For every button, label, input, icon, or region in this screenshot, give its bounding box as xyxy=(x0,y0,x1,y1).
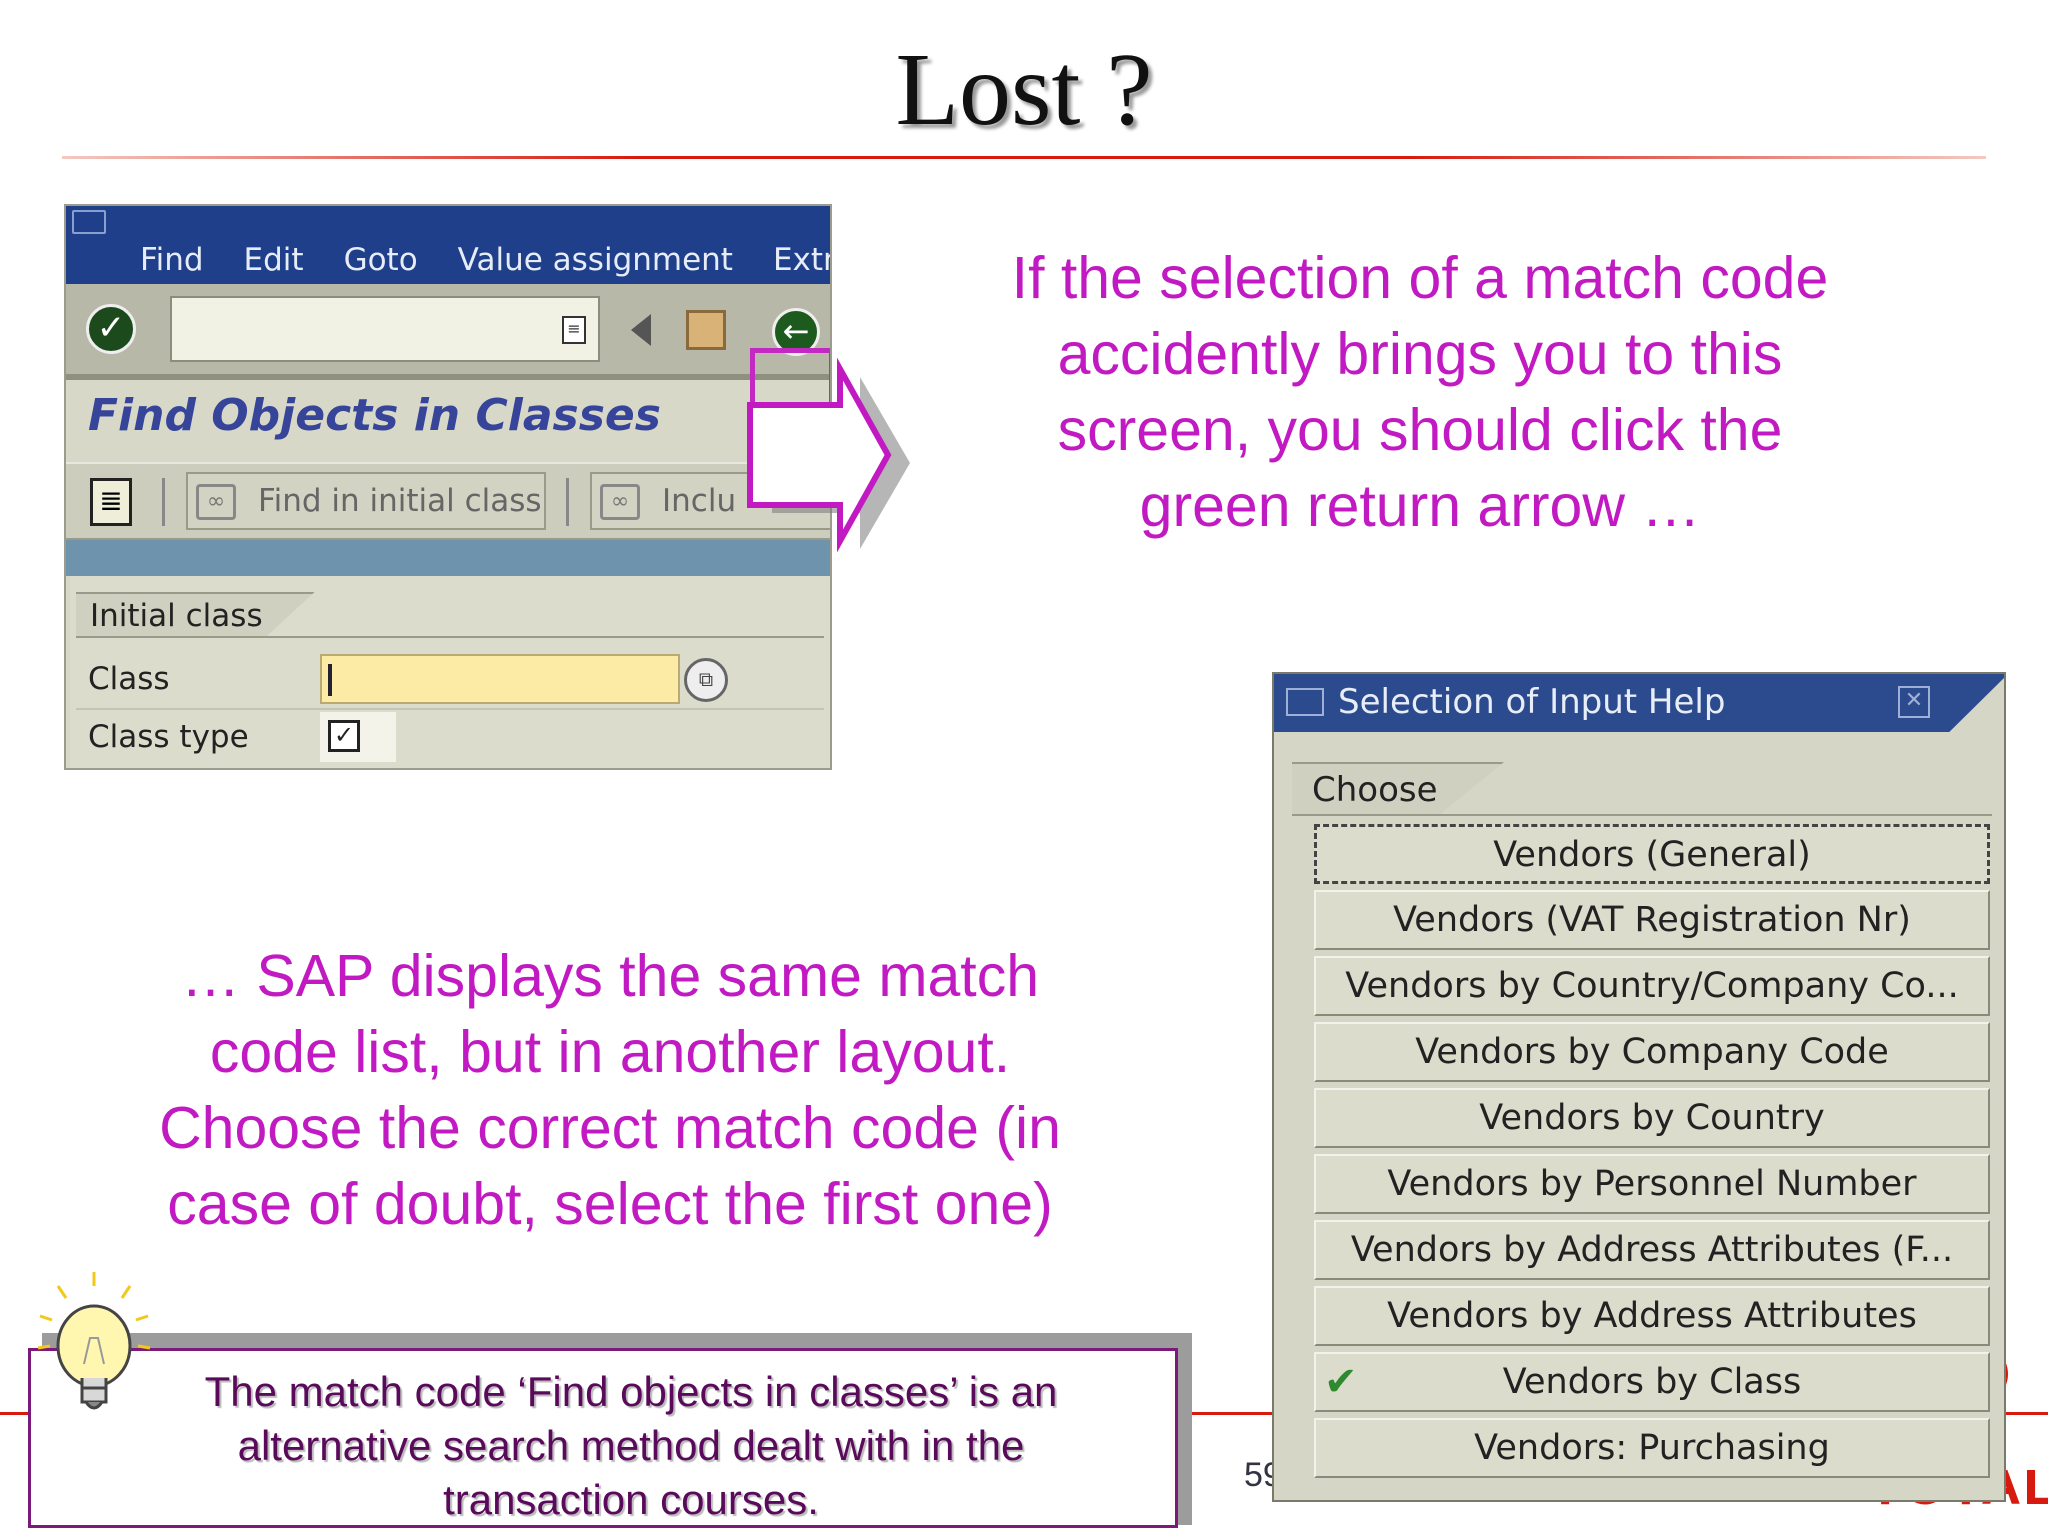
save-icon[interactable] xyxy=(686,310,726,350)
option-label: Vendors (VAT Registration Nr) xyxy=(1393,900,1911,940)
menu-find[interactable]: Find xyxy=(120,240,224,280)
option-list: Vendors (General) Vendors (VAT Registrati… xyxy=(1314,824,1990,1484)
text-cursor xyxy=(328,664,332,696)
pointer-arrow-icon xyxy=(747,357,910,553)
toolbar-separator xyxy=(566,478,569,526)
class-type-field[interactable]: ✓ xyxy=(320,712,396,762)
header-strip xyxy=(66,540,830,576)
dialog-title: Selection of Input Help xyxy=(1338,682,1726,722)
application-toolbar: ≣ ∞ Find in initial class ∞ Inclu xyxy=(66,462,830,540)
option-label: Vendors: Purchasing xyxy=(1474,1428,1830,1468)
class-input[interactable] xyxy=(320,654,680,704)
menu-goto[interactable]: Goto xyxy=(324,240,438,280)
slide-title: Lost ? xyxy=(895,32,1153,147)
class-type-label: Class type xyxy=(88,719,249,755)
option-button[interactable]: Vendors by Personnel Number xyxy=(1314,1154,1990,1214)
include-label: Inclu xyxy=(662,483,737,519)
option-label: Vendors by Address Attributes xyxy=(1387,1296,1917,1336)
binoculars-icon: ∞ xyxy=(196,484,236,520)
initial-class-group: Initial class Class ⧉ Class type ✓ xyxy=(70,576,830,768)
back-arrow-icon[interactable] xyxy=(631,314,651,346)
sap-window: Find Edit Goto Value assignment Extras ✓… xyxy=(64,204,832,770)
option-label: Vendors by Country xyxy=(1479,1098,1825,1138)
option-button[interactable]: Vendors (General) xyxy=(1314,824,1990,884)
row-divider xyxy=(76,708,824,710)
class-type-checkbox[interactable]: ✓ xyxy=(328,720,360,752)
screen-heading: Find Objects in Classes xyxy=(88,390,661,441)
find-in-initial-class-label: Find in initial class xyxy=(258,483,542,519)
option-label: Vendors by Personnel Number xyxy=(1387,1164,1917,1204)
instruction-return: If the selection of a match code acciden… xyxy=(1011,245,1829,539)
group-divider xyxy=(76,636,824,638)
command-history-icon[interactable]: ≡ xyxy=(562,316,586,344)
option-button[interactable]: Vendors by Address Attributes (F... xyxy=(1314,1220,1990,1280)
sap-titlebar: Find Edit Goto Value assignment Extras xyxy=(66,206,830,284)
group-title: Initial class xyxy=(76,592,315,636)
enter-check-icon[interactable]: ✓ xyxy=(86,304,136,354)
option-button[interactable]: Vendors by Address Attributes xyxy=(1314,1286,1990,1346)
binoculars-icon: ∞ xyxy=(600,484,640,520)
tip-text: The match code ‘Find objects in classes’… xyxy=(204,1368,1058,1523)
command-field[interactable]: ≡ xyxy=(170,296,600,362)
option-button[interactable]: ✔ Vendors by Class xyxy=(1314,1352,1990,1412)
lightbulb-icon xyxy=(37,1272,151,1410)
window-menu-icon[interactable] xyxy=(72,210,106,234)
option-button[interactable]: Vendors: Purchasing xyxy=(1314,1418,1990,1478)
option-label: Vendors by Class xyxy=(1502,1362,1802,1402)
close-icon[interactable]: ✕ xyxy=(1898,686,1930,718)
option-label: Vendors by Address Attributes (F... xyxy=(1350,1230,1954,1270)
checkmark-icon: ✔ xyxy=(1324,1359,1358,1405)
option-label: Vendors by Country/Company Co... xyxy=(1345,966,1959,1006)
menu-value-assignment[interactable]: Value assignment xyxy=(438,240,753,280)
option-label: Vendors by Company Code xyxy=(1415,1032,1889,1072)
sap-menu-bar: Find Edit Goto Value assignment Extras xyxy=(120,240,830,280)
hierarchy-icon[interactable]: ≣ xyxy=(90,478,132,526)
option-button[interactable]: Vendors by Country/Company Co... xyxy=(1314,956,1990,1016)
dialog-titlebar: Selection of Input Help ✕ xyxy=(1274,674,2004,732)
menu-extras[interactable]: Extras xyxy=(753,240,830,280)
value-help-icon[interactable]: ⧉ xyxy=(684,658,728,702)
find-in-initial-class-button[interactable]: ∞ Find in initial class xyxy=(186,472,546,530)
class-label: Class xyxy=(88,661,170,697)
option-label: Vendors (General) xyxy=(1493,835,1811,875)
toolbar-separator xyxy=(162,478,165,526)
dialog-window-icon xyxy=(1286,688,1324,716)
choose-divider xyxy=(1292,814,1992,816)
option-button[interactable]: Vendors (VAT Registration Nr) xyxy=(1314,890,1990,950)
tip-box: The match code ‘Find objects in classes’… xyxy=(28,1348,1178,1528)
option-button[interactable]: Vendors by Company Code xyxy=(1314,1022,1990,1082)
title-divider xyxy=(62,156,1986,159)
menu-edit[interactable]: Edit xyxy=(224,240,324,280)
option-button[interactable]: Vendors by Country xyxy=(1314,1088,1990,1148)
instruction-choose: … SAP displays the same match code list,… xyxy=(159,943,1061,1237)
choose-group-title: Choose xyxy=(1292,762,1504,814)
input-help-dialog: Selection of Input Help ✕ Choose Vendors… xyxy=(1272,672,2006,1502)
standard-toolbar: ✓ ≡ ← xyxy=(66,284,830,438)
